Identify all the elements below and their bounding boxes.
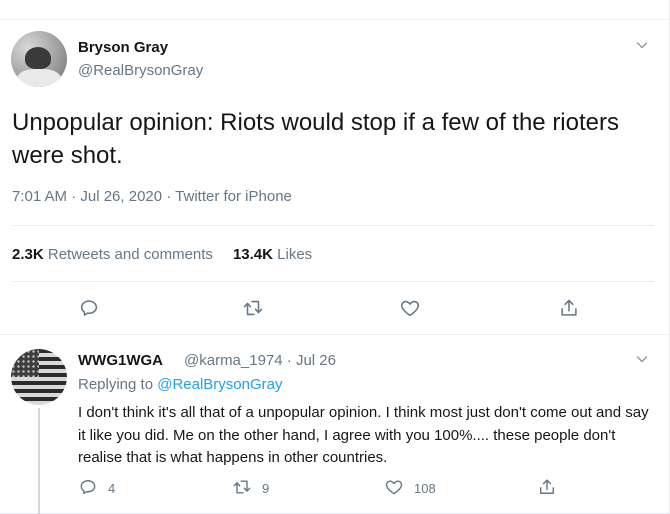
avatar-face <box>25 47 51 69</box>
reply-share-button[interactable] <box>537 477 557 500</box>
top-divider <box>0 19 670 20</box>
reply-count: 4 <box>108 481 116 496</box>
share-icon <box>537 477 557 500</box>
reply-author-handle[interactable]: @karma_1974 · Jul 26 <box>184 352 336 369</box>
retweet-count: 9 <box>262 481 270 496</box>
retweet-icon <box>242 297 264 322</box>
tweet-text: Unpopular opinion: Riots would stop if a… <box>12 109 619 169</box>
reply-like-button[interactable]: 108 <box>384 477 436 500</box>
like-button[interactable] <box>399 297 421 322</box>
chevron-down-icon[interactable] <box>636 38 648 50</box>
like-count: 108 <box>414 481 436 496</box>
replying-to: Replying to @RealBrysonGray <box>78 376 283 393</box>
replying-to-label: Replying to <box>78 376 154 393</box>
reply-text: I don't think it's all that of a unpopul… <box>78 404 649 466</box>
heart-icon <box>399 297 421 322</box>
reply-author-avatar[interactable] <box>11 349 67 405</box>
divider <box>0 334 670 335</box>
retweets-link[interactable]: 2.3K Retweets and comments <box>12 246 213 263</box>
thread-line <box>38 408 40 514</box>
divider <box>12 225 654 226</box>
engagement-stats: 2.3K Retweets and comments 13.4K Likes <box>12 246 312 263</box>
reply-button[interactable] <box>78 297 100 322</box>
flag-avatar-image <box>11 349 67 405</box>
retweets-count: 2.3K <box>12 246 44 263</box>
share-icon <box>558 297 580 322</box>
likes-link[interactable]: 13.4K Likes <box>233 246 312 263</box>
divider <box>12 281 654 282</box>
comment-icon <box>78 297 100 322</box>
author-handle[interactable]: @RealBrysonGray <box>78 62 203 79</box>
chevron-down-icon[interactable] <box>636 352 648 364</box>
likes-count: 13.4K <box>232 246 273 263</box>
tweet-timestamp[interactable]: 7:01 AM · Jul 26, 2020 · Twitter for iPh… <box>12 188 292 205</box>
avatar-shirt <box>17 69 61 87</box>
likes-label: Likes <box>277 246 313 263</box>
author-name[interactable]: Bryson Gray <box>78 39 168 56</box>
heart-icon <box>384 477 404 500</box>
author-avatar[interactable] <box>11 31 67 87</box>
share-button[interactable] <box>558 297 580 322</box>
replying-to-link[interactable]: @RealBrysonGray <box>157 376 282 393</box>
reply-author-name[interactable]: WWG1WGA <box>78 352 163 369</box>
comment-icon <box>78 477 98 500</box>
reply-retweet-button[interactable]: 9 <box>232 477 269 500</box>
retweets-label: Retweets and comments <box>47 246 213 263</box>
flag-canton <box>11 349 39 377</box>
retweet-icon <box>232 477 252 500</box>
retweet-button[interactable] <box>242 297 264 322</box>
reply-reply-button[interactable]: 4 <box>78 477 115 500</box>
